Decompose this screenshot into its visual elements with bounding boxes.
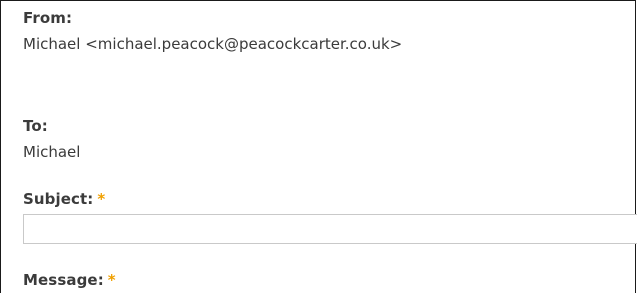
- subject-required-marker: *: [97, 190, 106, 208]
- subject-input[interactable]: [23, 214, 637, 244]
- from-value: Michael <michael.peacock@peacockcarter.c…: [23, 35, 403, 53]
- message-label-text: Message:: [23, 271, 104, 289]
- message-label: Message: *: [23, 271, 116, 289]
- contact-form-panel: From: Michael <michael.peacock@peacockca…: [0, 0, 637, 293]
- from-label-text: From:: [23, 9, 73, 27]
- from-label: From:: [23, 9, 72, 27]
- to-value: Michael: [23, 143, 81, 161]
- subject-label: Subject: *: [23, 190, 105, 208]
- subject-label-text: Subject:: [23, 190, 94, 208]
- to-label: To:: [23, 117, 48, 135]
- to-label-text: To:: [23, 117, 48, 135]
- message-required-marker: *: [107, 271, 116, 289]
